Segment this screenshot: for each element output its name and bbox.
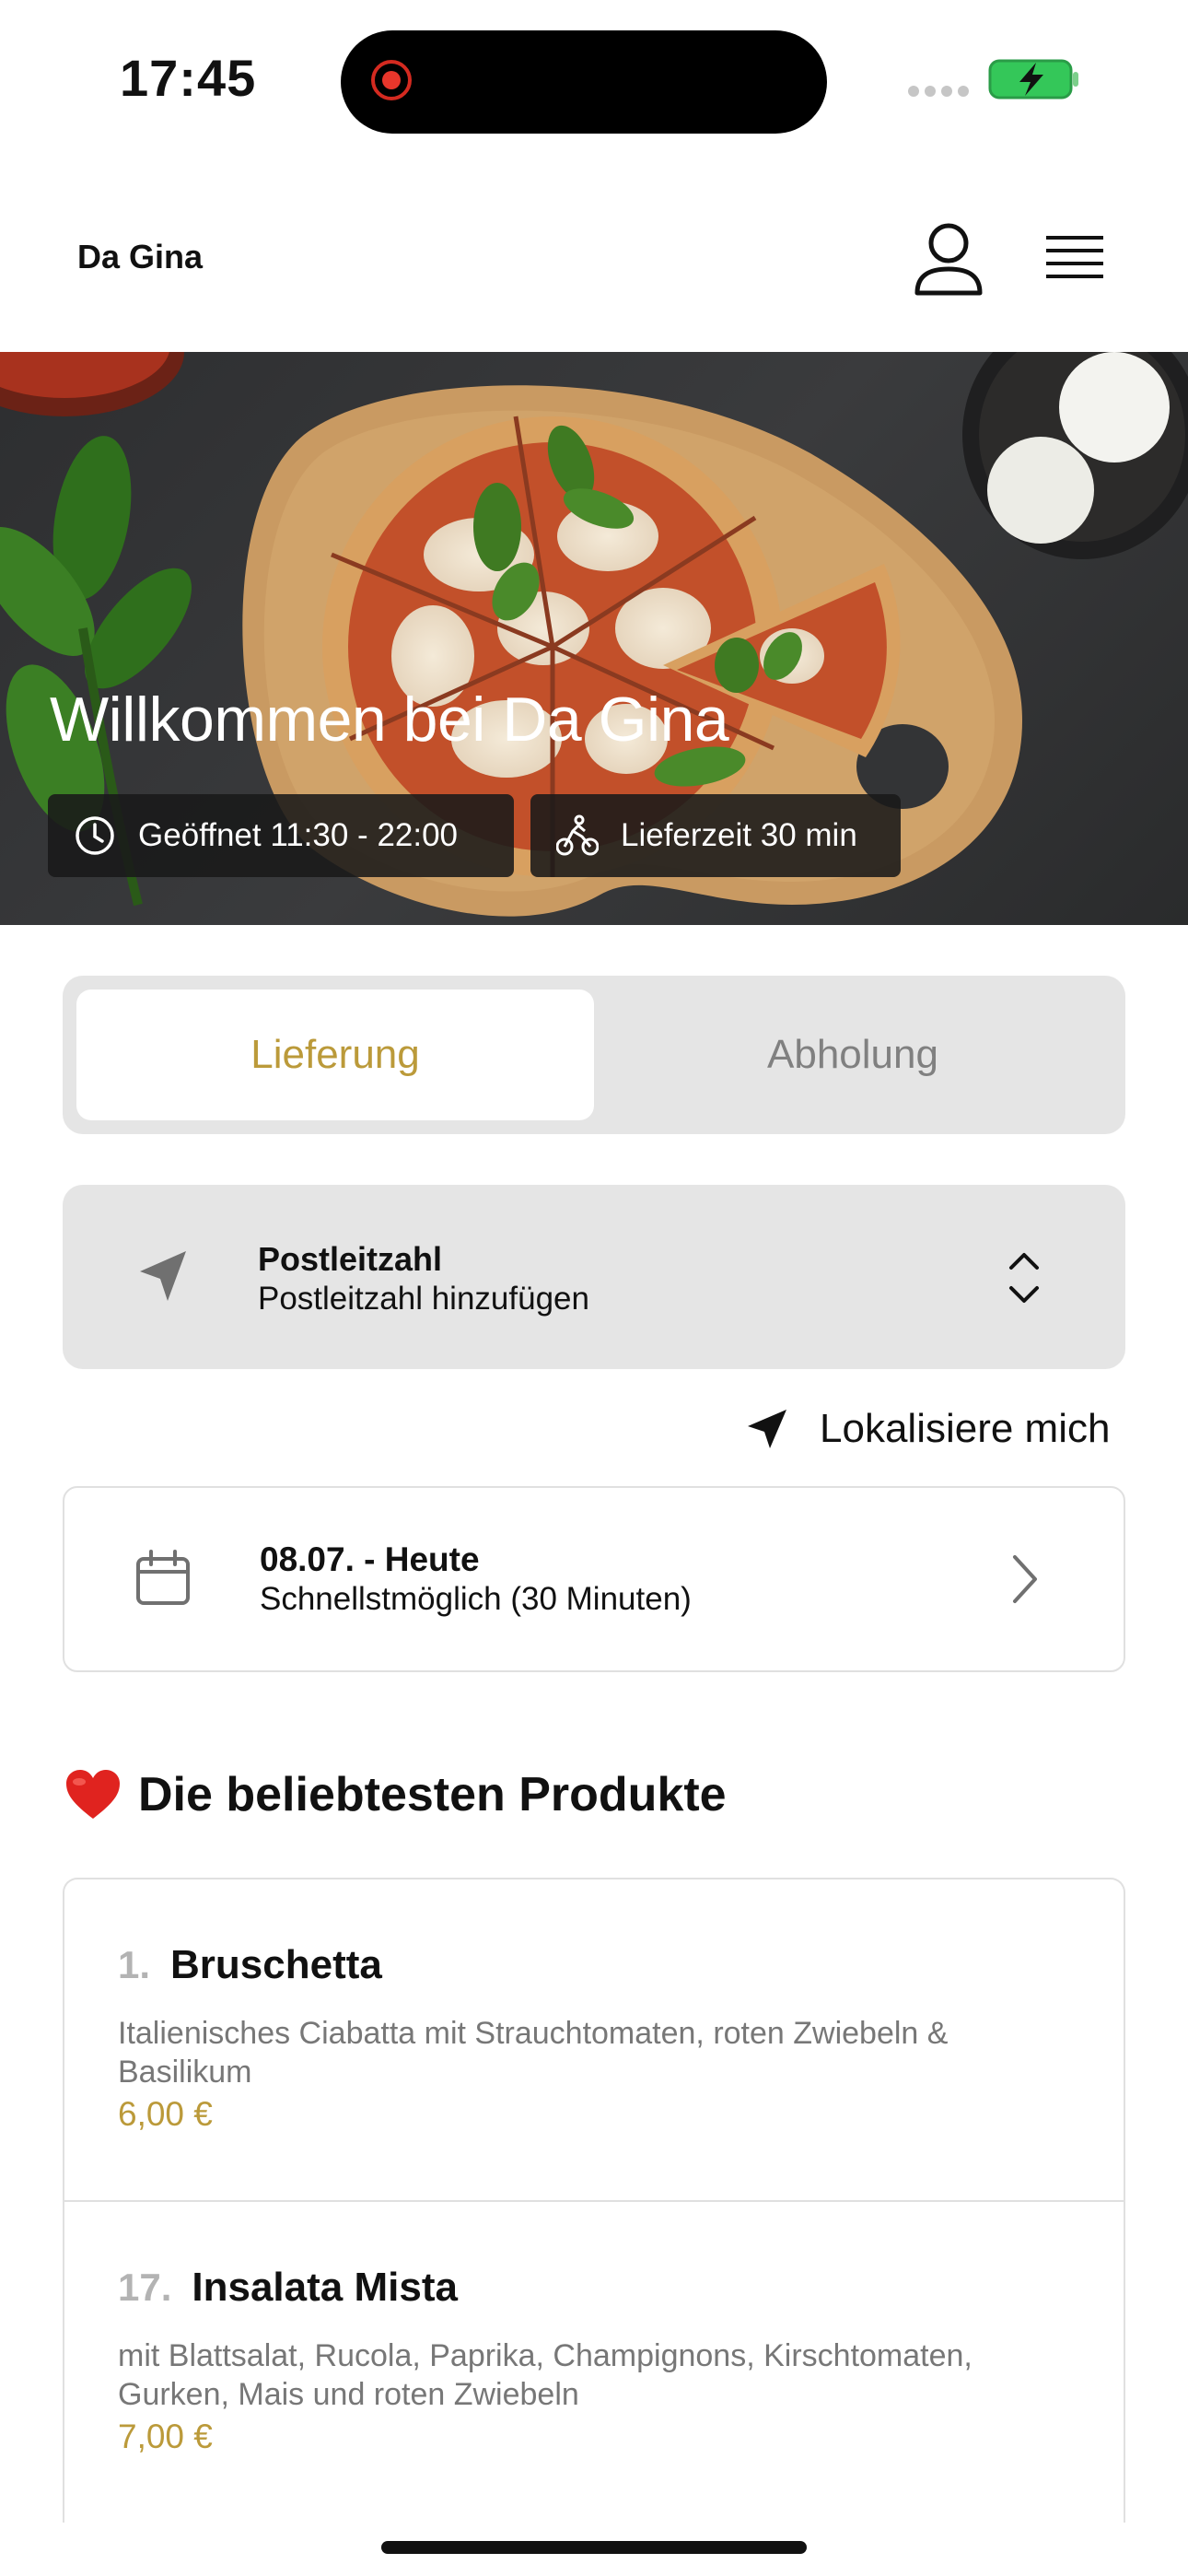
product-description: mit Blattsalat, Rucola, Paprika, Champig… [118,2338,973,2412]
dynamic-island [341,30,827,134]
popular-products-heading: Die beliebtesten Produkte [64,1767,727,1822]
product-item[interactable]: 17. Insalata Mista mit Blattsalat, Rucol… [64,2204,1124,2523]
postal-code-selector[interactable] [63,1185,1125,1369]
popular-products-title: Die beliebtesten Produkte [138,1768,727,1821]
tab-pickup[interactable]: Abholung [594,989,1112,1120]
product-price: 6,00 € [118,2095,213,2133]
delivery-date: 08.07. - Heute [260,1540,480,1578]
tab-delivery[interactable]: Lieferung [76,989,594,1120]
chevron-up-down-icon [1009,1253,1039,1303]
product-name: Bruschetta [170,1942,382,1987]
chevron-right-icon [1013,1555,1037,1603]
profile-icon[interactable] [912,221,985,299]
product-number: 17. [118,2266,172,2309]
bicycle-delivery-icon [556,814,599,856]
status-time: 17:45 [120,49,257,107]
hero-title: Willkommen bei Da Gina [50,685,729,755]
locate-me-button[interactable]: Lokalisiere mich [746,1400,1110,1458]
opening-hours-badge: Geöffnet 11:30 - 22:00 [48,794,514,877]
product-header: 1. Bruschetta [118,1942,382,1988]
delivery-time-badge: Lieferzeit 30 min [530,794,901,877]
clock-icon [76,816,114,855]
home-indicator[interactable] [381,2541,807,2554]
product-header: 17. Insalata Mista [118,2265,458,2311]
app-title: Da Gina [77,238,204,275]
product-name: Insalata Mista [192,2265,458,2310]
heart-icon [66,1770,120,1819]
recording-dot-icon [371,60,412,100]
location-arrow-icon [748,1410,786,1448]
product-price: 7,00 € [118,2418,213,2455]
locate-me-label: Lokalisiere mich [820,1406,1111,1451]
location-arrow-icon [140,1251,186,1301]
delivery-time-selector[interactable] [63,1486,1125,1672]
menu-icon[interactable] [1041,230,1109,287]
opening-hours-text: Geöffnet 11:30 - 22:00 [138,817,459,853]
calendar-icon [136,1550,190,1605]
product-description: Italienisches Ciabatta mit Strauchtomate… [118,2016,949,2090]
battery-charging-icon [988,59,1078,100]
product-divider [64,2200,1124,2202]
product-item[interactable]: 1. Bruschetta Italienisches Ciabatta mit… [64,1879,1124,2202]
delivery-time-option: Schnellstmöglich (30 Minuten) [260,1581,692,1617]
delivery-time-text: Lieferzeit 30 min [621,817,857,853]
cellular-signal-icon [908,86,969,97]
postal-code-input[interactable]: Postleitzahl hinzufügen [258,1281,589,1317]
postal-code-label: Postleitzahl [258,1240,443,1278]
product-number: 1. [118,1943,151,1986]
